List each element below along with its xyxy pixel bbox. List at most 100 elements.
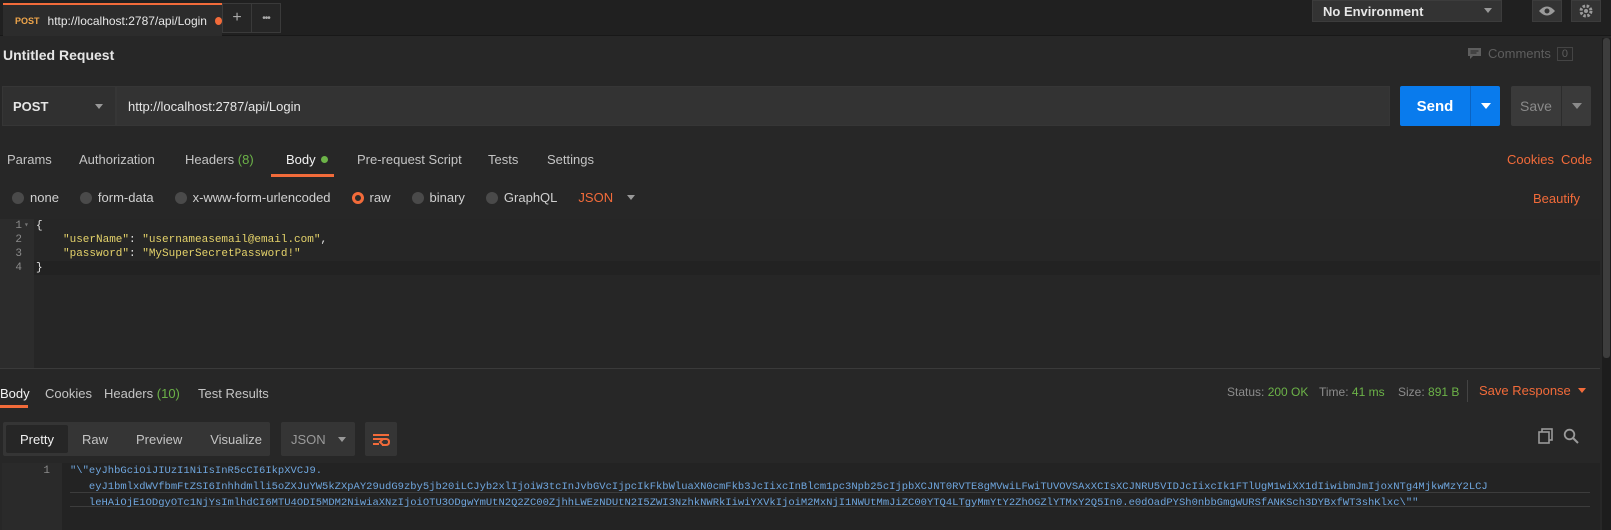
environment-selected-label: No Environment <box>1323 3 1424 19</box>
radio-binary[interactable]: binary <box>411 190 465 205</box>
save-response-label: Save Response <box>1479 383 1571 398</box>
code-text: "password": "MySuperSecretPassword!" <box>63 248 301 260</box>
tab-body-label: Body <box>286 152 316 167</box>
send-button[interactable]: Send <box>1400 86 1500 126</box>
code-text: } <box>36 262 43 274</box>
status-separator <box>1467 380 1468 402</box>
save-response-button[interactable]: Save Response <box>1479 383 1586 398</box>
line-number: 3 <box>15 248 22 260</box>
response-divider[interactable] <box>0 368 1600 369</box>
radio-form-data[interactable]: form-data <box>79 190 154 205</box>
radio-form-data-label: form-data <box>97 190 154 205</box>
response-tab-headers-label: Headers <box>104 386 154 401</box>
tab-body[interactable]: Body <box>286 152 328 167</box>
save-button[interactable]: Save <box>1511 86 1591 126</box>
comments-label: Comments <box>1488 46 1551 61</box>
line-number: 1 <box>15 220 22 232</box>
eye-icon <box>1539 6 1555 16</box>
radio-none[interactable]: none <box>12 190 59 205</box>
tab-params[interactable]: Params <box>7 152 52 167</box>
request-title[interactable]: Untitled Request <box>3 47 114 63</box>
status-value: 200 OK <box>1267 385 1309 399</box>
response-tab-cookies[interactable]: Cookies <box>45 386 92 401</box>
code-line-1: 1 ▾ { <box>0 220 42 234</box>
chevron-down-icon <box>337 436 346 442</box>
code-text: "userName": "usernameasemail@email.com", <box>63 234 328 246</box>
response-format-select[interactable]: JSON <box>281 422 355 456</box>
copy-response-button[interactable] <box>1538 428 1554 447</box>
tab-tests[interactable]: Tests <box>488 152 518 167</box>
environment-quick-look-button[interactable] <box>1532 0 1562 22</box>
method-label: POST <box>13 98 49 114</box>
radio-graphql-label: GraphQL <box>503 190 558 205</box>
response-tab-headers[interactable]: Headers (10) <box>104 386 180 401</box>
method-select[interactable]: POST <box>2 86 116 126</box>
tab-authorization[interactable]: Authorization <box>79 152 155 167</box>
tab-prerequest-script[interactable]: Pre-request Script <box>357 152 462 167</box>
radio-circle <box>174 191 187 204</box>
tab-settings[interactable]: Settings <box>547 152 594 167</box>
search-response-button[interactable] <box>1563 428 1579 447</box>
radio-urlencoded-label: x-www-form-urlencoded <box>192 190 331 205</box>
tab-headers-label: Headers <box>185 152 235 167</box>
response-view-mode: Pretty Raw Preview Visualize <box>3 422 270 456</box>
request-tab-url: http://localhost:2787/api/Login <box>47 13 207 28</box>
request-tab[interactable]: POST http://localhost:2787/api/Login <box>3 3 222 36</box>
chevron-down-icon <box>1577 388 1586 393</box>
radio-circle <box>485 191 498 204</box>
active-tab-indicator <box>271 174 334 177</box>
beautify-link[interactable]: Beautify <box>1533 191 1580 206</box>
size-label: Size: <box>1398 385 1425 399</box>
response-active-tab-indicator <box>0 405 28 408</box>
scrollbar-thumb[interactable] <box>1603 38 1610 358</box>
radio-urlencoded[interactable]: x-www-form-urlencoded <box>174 190 331 205</box>
radio-graphql[interactable]: GraphQL <box>485 190 558 205</box>
response-line-number: 1 <box>43 465 50 477</box>
more-tabs-button[interactable]: ••• <box>251 3 281 33</box>
line-number: 2 <box>15 234 22 246</box>
send-label: Send <box>1416 97 1454 115</box>
radio-circle <box>79 191 92 204</box>
comments-button[interactable]: Comments 0 <box>1467 46 1573 61</box>
json-value-username: "usernameasemail@email.com" <box>142 234 321 246</box>
tab-headers-count: (8) <box>237 152 254 167</box>
more-icon: ••• <box>262 12 270 24</box>
time-label: Time: <box>1319 385 1349 399</box>
response-tab-body[interactable]: Body <box>0 386 30 401</box>
body-format-select[interactable]: JSON <box>578 190 636 205</box>
radio-circle <box>411 191 424 204</box>
wrap-lines-button[interactable] <box>365 422 397 456</box>
chevron-down-icon <box>1480 103 1491 109</box>
view-raw-button[interactable]: Raw <box>68 425 122 453</box>
cookies-link[interactable]: Cookies <box>1507 152 1554 167</box>
response-status: Status: 200 OK <box>1227 385 1308 399</box>
chevron-down-icon <box>627 195 636 200</box>
radio-raw[interactable]: raw <box>351 190 391 205</box>
line-number: 4 <box>15 262 22 274</box>
active-line-highlight <box>34 261 1600 275</box>
manage-environments-button[interactable] <box>1571 0 1601 22</box>
radio-none-label: none <box>30 190 59 205</box>
view-pretty-button[interactable]: Pretty <box>6 425 68 453</box>
save-options-button[interactable] <box>1561 86 1591 126</box>
code-link[interactable]: Code <box>1561 152 1592 167</box>
vertical-scrollbar[interactable] <box>1602 38 1611 530</box>
json-key-username: "userName" <box>63 234 130 246</box>
environment-select[interactable]: No Environment <box>1312 0 1502 22</box>
response-tab-test-results[interactable]: Test Results <box>198 386 269 401</box>
url-input[interactable] <box>116 86 1390 126</box>
chevron-down-icon <box>1571 103 1582 109</box>
send-options-button[interactable] <box>1470 86 1500 126</box>
json-key-password: "password" <box>63 248 130 260</box>
size-value: 891 B <box>1428 385 1460 399</box>
response-time: Time: 41 ms <box>1319 385 1385 399</box>
tab-headers[interactable]: Headers (8) <box>185 152 254 167</box>
response-line-1: "\"eyJhbGciOiJIUzI1NiIsInR5cCI6IkpXVCJ9. <box>70 465 323 477</box>
plus-icon: + <box>232 9 242 26</box>
view-preview-button[interactable]: Preview <box>122 425 196 453</box>
view-visualize-button[interactable]: Visualize <box>196 425 276 453</box>
new-tab-button[interactable]: + <box>222 3 252 33</box>
fold-chevron-icon[interactable]: ▾ <box>24 220 29 234</box>
status-label: Status: <box>1227 385 1265 399</box>
response-line-2: eyJ1bmlxdWVfbmFtZSI6Inhhdmlli5oZXJuYW5kZ… <box>70 481 1488 493</box>
